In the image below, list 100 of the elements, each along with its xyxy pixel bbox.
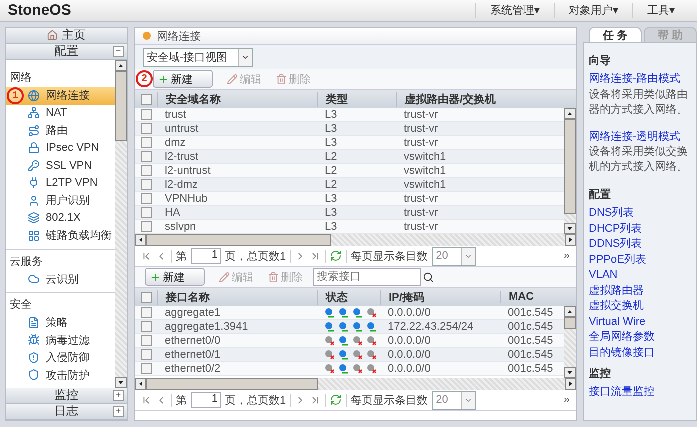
section-header[interactable]: 监控 + <box>6 388 127 404</box>
checkbox[interactable] <box>140 307 152 318</box>
task-link[interactable]: 网络连接-路由模式 <box>589 72 691 88</box>
task-link[interactable]: 全局网络参数 <box>589 330 691 346</box>
top-menu[interactable]: 工具▾ <box>632 3 689 18</box>
scrollbar[interactable] <box>115 60 127 388</box>
view-select[interactable]: 安全域-接口视图 <box>143 48 253 66</box>
home-header[interactable]: 主页 <box>6 28 127 44</box>
horizontal-scrollbar[interactable] <box>135 234 576 246</box>
task-link[interactable]: Virtual Wire <box>589 314 691 330</box>
checkbox[interactable] <box>140 335 152 346</box>
nav-item[interactable]: 病毒过滤 <box>6 332 115 349</box>
first-page-icon[interactable] <box>141 394 152 406</box>
last-page-icon[interactable] <box>310 250 322 262</box>
refresh-icon[interactable] <box>330 250 342 262</box>
checkbox[interactable] <box>140 151 152 162</box>
cloud-icon <box>28 273 40 286</box>
checkbox[interactable] <box>140 207 152 218</box>
panel-tab[interactable]: 任 务 <box>589 27 642 42</box>
new-button[interactable]: 新建 <box>153 70 213 88</box>
nav-item[interactable]: SSL VPN <box>6 157 115 174</box>
new-button[interactable]: 新建 <box>145 268 205 286</box>
scrollbar-thumb[interactable] <box>115 71 127 141</box>
nav-item[interactable]: 攻击防护 <box>6 366 115 384</box>
scroll-up-icon[interactable] <box>567 110 573 116</box>
top-menu[interactable]: 系统管理▾ <box>475 3 554 18</box>
checkbox[interactable] <box>140 94 152 104</box>
column-header[interactable]: 状态 <box>317 290 380 304</box>
task-link[interactable]: PPPoE列表 <box>589 252 691 268</box>
checkbox[interactable] <box>140 221 152 232</box>
column-header[interactable]: 虚拟路由器/交换机 <box>396 92 556 106</box>
refresh-icon[interactable] <box>330 394 342 406</box>
last-page-icon[interactable] <box>310 394 322 406</box>
nav-item[interactable]: 云识别 <box>6 270 115 288</box>
checkbox[interactable] <box>140 179 152 190</box>
scrollbar[interactable] <box>564 108 576 234</box>
task-link[interactable]: 目的镜像接口 <box>589 346 691 361</box>
task-link[interactable]: VLAN <box>589 268 691 284</box>
nav-item[interactable]: IPsec VPN <box>6 140 115 157</box>
task-link[interactable]: 接口流量监控 <box>589 385 691 400</box>
checkbox[interactable] <box>140 363 152 374</box>
expand-toggle[interactable]: + <box>113 390 124 401</box>
nav-item[interactable]: 用户识别 <box>6 192 115 210</box>
scroll-down-icon[interactable] <box>567 370 573 376</box>
scroll-right-icon[interactable] <box>568 237 574 243</box>
search-icon[interactable] <box>423 272 434 282</box>
scroll-down-icon[interactable] <box>567 226 573 232</box>
nav-item[interactable]: NAT <box>6 104 115 122</box>
scroll-down-icon[interactable] <box>118 380 124 386</box>
nav-item[interactable]: 链路负载均衡 <box>6 227 115 244</box>
scroll-left-icon[interactable] <box>138 237 144 243</box>
nav-item[interactable]: 入侵防御 <box>6 349 115 366</box>
section-header[interactable]: 日志 + <box>6 404 127 420</box>
task-link[interactable]: DHCP列表 <box>589 222 691 237</box>
search-field[interactable]: 搜索接口 <box>313 268 421 286</box>
checkbox[interactable] <box>140 109 152 120</box>
checkbox[interactable] <box>140 165 152 176</box>
checkbox[interactable] <box>140 321 152 332</box>
checkbox[interactable] <box>140 292 152 302</box>
more-button[interactable]: » <box>564 394 570 406</box>
scrollbar[interactable] <box>564 306 576 378</box>
page-input[interactable]: 1 <box>191 392 221 408</box>
scrollbar-thumb[interactable] <box>564 119 576 214</box>
checkbox[interactable] <box>140 193 152 204</box>
nav-item[interactable]: L2TP VPN <box>6 174 115 192</box>
collapse-toggle[interactable]: − <box>113 46 124 57</box>
top-menu[interactable]: 对象用户▾ <box>554 3 632 18</box>
nav-item[interactable]: 策略 <box>6 314 115 332</box>
more-button[interactable]: » <box>564 250 570 262</box>
column-header[interactable]: 接口名称 <box>157 290 317 304</box>
page-input[interactable]: 1 <box>191 248 221 264</box>
column-header[interactable]: 安全域名称 <box>157 92 317 106</box>
task-link[interactable]: 虚拟路由器 <box>589 284 691 299</box>
task-link[interactable]: 虚拟交换机 <box>589 299 691 314</box>
plus-icon <box>158 74 169 84</box>
checkbox[interactable] <box>140 123 152 134</box>
column-header[interactable]: MAC <box>500 291 576 303</box>
horizontal-scrollbar[interactable] <box>135 378 576 390</box>
page-size-select[interactable]: 20 <box>432 390 476 410</box>
scroll-left-icon[interactable] <box>138 381 144 387</box>
column-header[interactable]: 类型 <box>317 92 396 106</box>
scrollbar-thumb[interactable] <box>564 317 576 329</box>
task-link[interactable]: 网络连接-透明模式 <box>589 130 691 145</box>
task-link[interactable]: DDNS列表 <box>589 237 691 252</box>
scroll-up-icon[interactable] <box>567 308 573 314</box>
scrollbar-thumb[interactable] <box>146 378 318 390</box>
scroll-up-icon[interactable] <box>118 62 124 68</box>
task-link[interactable]: DNS列表 <box>589 206 691 222</box>
config-header[interactable]: 配置 − <box>6 44 127 60</box>
scrollbar-thumb[interactable] <box>146 234 331 246</box>
first-page-icon[interactable] <box>141 250 152 262</box>
nav-item[interactable]: 路由 <box>6 122 115 140</box>
checkbox[interactable] <box>140 137 152 148</box>
nav-item[interactable]: 1 网络连接 <box>6 87 115 104</box>
column-header[interactable]: IP/掩码 <box>380 290 500 304</box>
scroll-right-icon[interactable] <box>568 381 574 387</box>
page-size-select[interactable]: 20 <box>432 246 476 266</box>
nav-item[interactable]: 802.1X <box>6 210 115 227</box>
expand-toggle[interactable]: + <box>113 406 124 417</box>
checkbox[interactable] <box>140 349 152 360</box>
